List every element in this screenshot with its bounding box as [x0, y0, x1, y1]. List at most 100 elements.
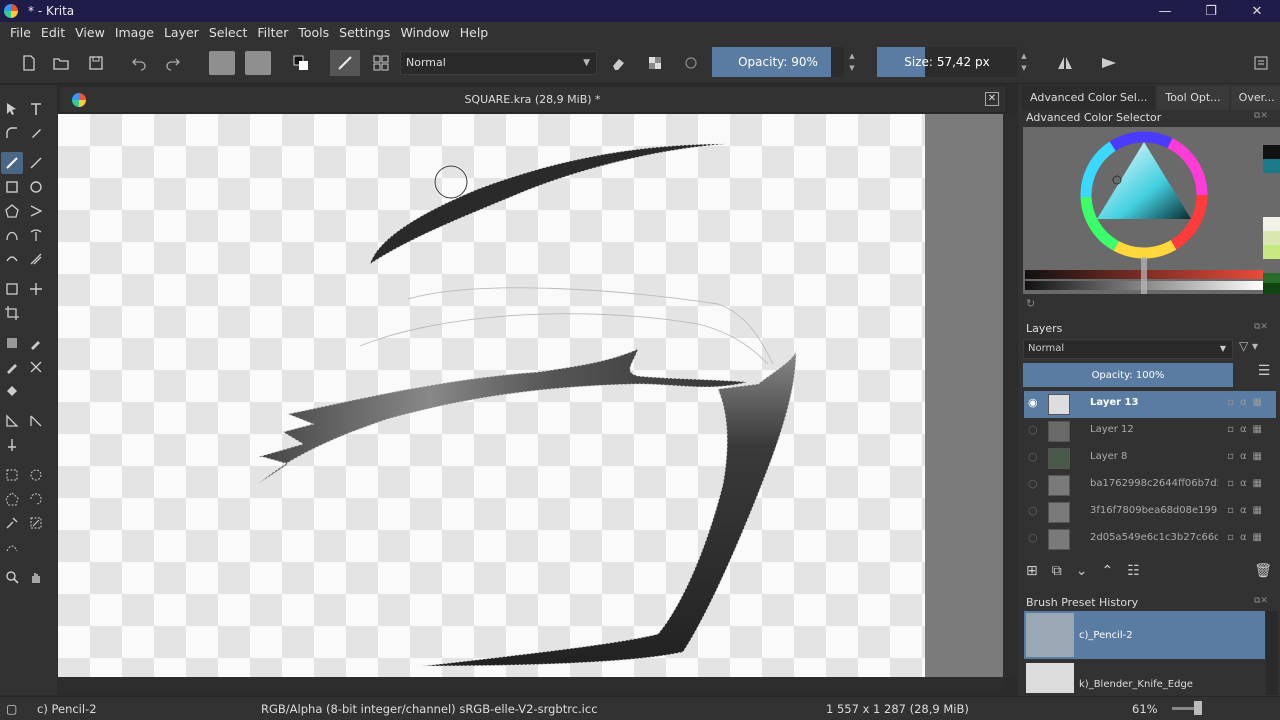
- tab-advanced-color-selector[interactable]: Advanced Color Sel...: [1022, 86, 1156, 110]
- text-tool-icon[interactable]: [25, 98, 47, 120]
- menu-image[interactable]: Image: [110, 25, 159, 40]
- layer-row[interactable]: ○ ba1762998c2644ff06b7d5f1... ▫α▦: [1024, 472, 1276, 499]
- freehand-selection-tool-icon[interactable]: [25, 488, 47, 510]
- menu-window[interactable]: Window: [395, 25, 454, 40]
- close-document-button[interactable]: ✕: [985, 92, 999, 106]
- eye-visible-icon[interactable]: ◉: [1028, 396, 1038, 409]
- brush-history-float-close-icon[interactable]: ⧉✕: [1254, 596, 1268, 606]
- tab-tool-options[interactable]: Tool Opt...: [1157, 86, 1229, 110]
- eraser-mode-icon[interactable]: [608, 50, 630, 76]
- bezier-tool-icon[interactable]: [1, 224, 23, 246]
- menu-select[interactable]: Select: [204, 25, 253, 40]
- canvas-vertical-scrollbar[interactable]: [1003, 114, 1017, 677]
- docker-float-close-icon[interactable]: ⧉✕: [1254, 111, 1268, 121]
- polygon-tool-icon[interactable]: [1, 200, 23, 222]
- layer-row[interactable]: ○ 3f16f7809bea68d08e199a78... ▫α▦: [1024, 499, 1276, 526]
- colorize-mask-tool-icon[interactable]: [1, 356, 23, 378]
- brush-history-item[interactable]: k)_Blender_Knife_Edge: [1024, 661, 1265, 695]
- gradient-swatch[interactable]: [209, 51, 235, 75]
- similar-selection-tool-icon[interactable]: [25, 512, 47, 534]
- layer-properties-icon[interactable]: ☰: [1252, 363, 1276, 387]
- eye-hidden-icon[interactable]: ○: [1028, 477, 1038, 490]
- size-spinner[interactable]: ▲ ▼: [1018, 47, 1030, 77]
- save-icon[interactable]: [85, 50, 107, 76]
- menu-help[interactable]: Help: [455, 25, 494, 40]
- polygonal-selection-tool-icon[interactable]: [1, 488, 23, 510]
- brush-history-item[interactable]: c)_Pencil-2: [1024, 611, 1265, 659]
- menu-filter[interactable]: Filter: [252, 25, 293, 40]
- freehand-path-tool-icon[interactable]: [25, 224, 47, 246]
- layer-lock-alpha-icons[interactable]: ▫α▦: [1227, 532, 1268, 543]
- menu-settings[interactable]: Settings: [334, 25, 395, 40]
- size-slider[interactable]: Size: 57,42 px: [877, 47, 1017, 77]
- polyline-tool-icon[interactable]: [25, 200, 47, 222]
- calligraphy-tool-icon[interactable]: [25, 122, 47, 144]
- move-layer-down-icon[interactable]: ⌄: [1076, 563, 1088, 579]
- layer-lock-alpha-icons[interactable]: ▫α▦: [1227, 424, 1268, 435]
- layer-row[interactable]: ○ Layer 12 ▫α▦: [1024, 418, 1276, 445]
- layers-opacity-slider[interactable]: Opacity: 100%: [1023, 363, 1233, 387]
- layer-lock-alpha-icons[interactable]: ▫α▦: [1227, 505, 1268, 516]
- dynamic-brush-tool-icon[interactable]: [1, 248, 23, 270]
- menu-tools[interactable]: Tools: [293, 25, 334, 40]
- gradient-tool-icon[interactable]: [1, 332, 23, 354]
- duplicate-layer-icon[interactable]: ⧉: [1052, 563, 1062, 579]
- brush-settings-icon[interactable]: [370, 50, 392, 76]
- smart-patch-tool-icon[interactable]: [25, 356, 47, 378]
- move-tool-icon[interactable]: [25, 278, 47, 300]
- layers-float-close-icon[interactable]: ⧉✕: [1254, 322, 1268, 332]
- canvas[interactable]: [58, 114, 1003, 677]
- opacity-slider[interactable]: Opacity: 90%: [712, 47, 844, 77]
- menu-view[interactable]: View: [70, 25, 110, 40]
- eye-hidden-icon[interactable]: ○: [1028, 504, 1038, 517]
- mirror-horizontal-icon[interactable]: [1052, 50, 1078, 76]
- ellipse-tool-icon[interactable]: [25, 176, 47, 198]
- layer-lock-alpha-icons[interactable]: ▫α▦: [1227, 451, 1268, 462]
- reload-preset-icon[interactable]: [680, 50, 702, 76]
- docker-menu-icon[interactable]: [1248, 50, 1274, 76]
- refresh-icon[interactable]: ↻: [1026, 297, 1035, 310]
- measure-tool-icon[interactable]: [25, 410, 47, 432]
- eye-hidden-icon[interactable]: ○: [1028, 423, 1038, 436]
- close-window-button[interactable]: ✕: [1234, 0, 1280, 22]
- layer-lock-alpha-icons[interactable]: ▫α▦: [1227, 478, 1268, 489]
- rectangular-selection-tool-icon[interactable]: [1, 464, 23, 486]
- opacity-spinner[interactable]: ▲ ▼: [846, 47, 858, 77]
- menu-file[interactable]: File: [5, 25, 36, 40]
- contiguous-selection-tool-icon[interactable]: [1, 512, 23, 534]
- undo-icon[interactable]: [128, 50, 150, 76]
- pattern-swatch[interactable]: [245, 51, 271, 75]
- eye-hidden-icon[interactable]: ○: [1028, 450, 1038, 463]
- zoom-slider-handle[interactable]: [1194, 701, 1202, 715]
- brush-history-scrollbar[interactable]: [1266, 611, 1278, 695]
- brush-preset-icon[interactable]: [330, 50, 360, 76]
- bezier-selection-tool-icon[interactable]: [1, 536, 23, 558]
- add-layer-icon[interactable]: ⊞: [1026, 563, 1038, 579]
- fg-bg-color-icon[interactable]: [287, 50, 315, 76]
- colorspace-status[interactable]: RGB/Alpha (8-bit integer/channel) sRGB-e…: [261, 702, 598, 716]
- filter-layers-icon[interactable]: ▽ ▾: [1239, 339, 1275, 359]
- blend-mode-select[interactable]: Normal ▼: [400, 51, 597, 75]
- layers-blend-select[interactable]: Normal ▼: [1023, 339, 1233, 359]
- freehand-brush-tool-icon[interactable]: [1, 152, 23, 174]
- layer-row[interactable]: ◉ Layer 13 ▫α▦: [1024, 391, 1276, 418]
- menu-edit[interactable]: Edit: [36, 25, 70, 40]
- layer-row[interactable]: ○ Layer 8 ▫α▦: [1024, 445, 1276, 472]
- eye-hidden-icon[interactable]: ○: [1028, 531, 1038, 544]
- canvas-horizontal-scrollbar[interactable]: [58, 677, 1003, 691]
- layer-lock-alpha-icons[interactable]: ▫α▦: [1227, 397, 1268, 408]
- mirror-vertical-icon[interactable]: [1096, 50, 1122, 76]
- open-document-icon[interactable]: [50, 50, 72, 76]
- edit-shapes-tool-icon[interactable]: [1, 122, 23, 144]
- fill-tool-icon[interactable]: [1, 380, 23, 402]
- pan-tool-icon[interactable]: [25, 566, 47, 588]
- restore-button[interactable]: ❐: [1188, 0, 1234, 22]
- multibrush-tool-icon[interactable]: [25, 248, 47, 270]
- preserve-alpha-icon[interactable]: [644, 50, 666, 76]
- elliptical-selection-tool-icon[interactable]: [25, 464, 47, 486]
- line-tool-icon[interactable]: [25, 152, 47, 174]
- menu-layer[interactable]: Layer: [159, 25, 204, 40]
- rectangle-tool-icon[interactable]: [1, 176, 23, 198]
- minimize-button[interactable]: —: [1142, 0, 1188, 22]
- transform-tool-icon[interactable]: [1, 278, 23, 300]
